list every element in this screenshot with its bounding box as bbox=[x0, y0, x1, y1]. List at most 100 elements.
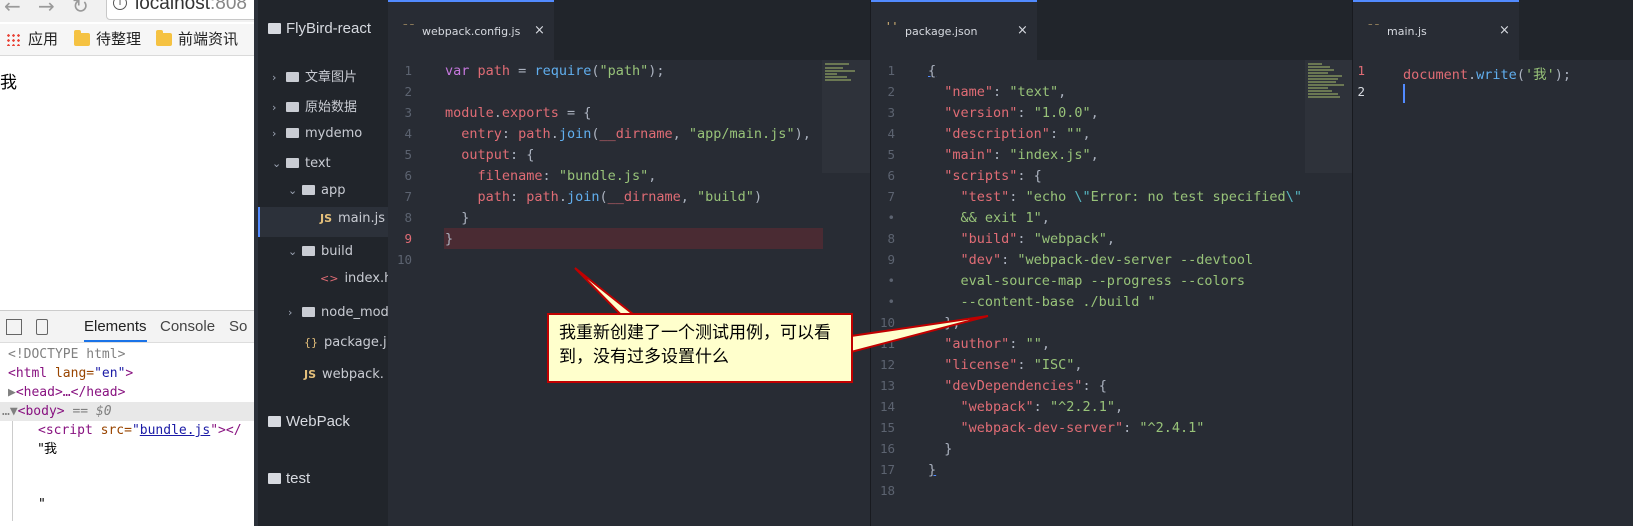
tree-item-folder[interactable]: ⌄ text bbox=[272, 156, 331, 171]
attr-name: lang= bbox=[47, 366, 95, 381]
tree-item-file[interactable]: JS webpack. bbox=[304, 367, 384, 382]
close-icon[interactable]: × bbox=[1017, 23, 1028, 38]
code-line: "scripts": { bbox=[944, 168, 1042, 184]
code-line: "webpack": "^2.2.1", bbox=[960, 399, 1124, 415]
code-line: filename: "bundle.js", bbox=[477, 168, 657, 184]
line-number: 18 bbox=[879, 483, 895, 498]
script-src-link[interactable]: bundle.js bbox=[140, 423, 210, 438]
bookmark-apps[interactable]: 应用 bbox=[4, 30, 58, 50]
folder-icon bbox=[74, 30, 90, 46]
folder-icon bbox=[286, 102, 299, 112]
forward-arrow-icon[interactable]: → bbox=[38, 0, 55, 18]
bookmark-folder-todo[interactable]: 待整理 bbox=[72, 30, 141, 50]
minimap[interactable] bbox=[1305, 60, 1352, 173]
dom-text-close: " bbox=[38, 497, 46, 512]
folder-icon bbox=[286, 72, 299, 82]
info-icon[interactable]: i bbox=[113, 0, 127, 10]
tab-webpack-config[interactable]: ⁻⁻ webpack.config.js × bbox=[388, 0, 554, 60]
tab-label: webpack.config.js bbox=[422, 25, 521, 38]
line-number: 17 bbox=[879, 462, 895, 477]
line-number: 8 bbox=[887, 231, 895, 246]
project-tree: FlyBird-react › 文章图片 › 原始数据 › mydemo ⌄ text … bbox=[254, 0, 388, 526]
code-line: var path = require("path"); bbox=[445, 63, 665, 79]
project-label: WebPack bbox=[286, 413, 350, 430]
tab-main-js[interactable]: ⁻⁻ main.js × bbox=[1353, 0, 1519, 60]
tab-sources[interactable]: So bbox=[229, 318, 247, 335]
tree-item-label: 原始数据 bbox=[305, 100, 358, 115]
folder-icon bbox=[268, 416, 281, 427]
address-bar[interactable]: i localhost:808 bbox=[106, 0, 254, 20]
tree-item-folder[interactable]: ⌄ build bbox=[288, 244, 353, 259]
dom-script-node[interactable]: <script src="bundle.js"></ bbox=[38, 421, 242, 440]
code-line: "name": "text", bbox=[944, 84, 1067, 100]
collapse-triangle-icon[interactable]: …▼ bbox=[2, 404, 18, 419]
tag-text: <head>…</head> bbox=[15, 385, 126, 400]
code-editor-window: FlyBird-react › 文章图片 › 原始数据 › mydemo ⌄ text … bbox=[254, 0, 1633, 526]
address-port: :808 bbox=[210, 0, 247, 14]
tab-console[interactable]: Console bbox=[160, 318, 215, 335]
line-number: 11 bbox=[879, 336, 895, 351]
code-line: path: path.join(__dirname, "build") bbox=[477, 189, 763, 205]
dom-text-node[interactable]: "我 bbox=[38, 440, 57, 459]
folder-icon bbox=[302, 185, 315, 195]
tree-item-folder[interactable]: › 原始数据 bbox=[272, 96, 357, 115]
tree-item-folder[interactable]: › mydemo bbox=[272, 126, 362, 141]
code-line: } bbox=[445, 231, 454, 247]
code-line: "build": "webpack", bbox=[960, 231, 1115, 247]
close-icon[interactable]: × bbox=[534, 23, 545, 38]
dom-body-node[interactable]: …▼<body> == $0 bbox=[2, 402, 112, 421]
tree-item-label: node_mod bbox=[321, 305, 388, 320]
minimap[interactable] bbox=[822, 60, 870, 173]
project-webpack[interactable]: WebPack bbox=[268, 413, 350, 430]
browser-window: ← → ↻ i localhost:808 应用 待整理 前端资讯 我 Elem… bbox=[0, 0, 254, 526]
tree-item-folder[interactable]: › 文章图片 bbox=[272, 66, 357, 85]
bookmark-folder-news[interactable]: 前端资讯 bbox=[154, 30, 238, 50]
code-line: "version": "1.0.0", bbox=[944, 105, 1099, 121]
line-number: 7 bbox=[404, 189, 412, 204]
json-file-icon: '' bbox=[885, 20, 899, 33]
dom-doctype[interactable]: <!DOCTYPE html> bbox=[8, 345, 125, 364]
tab-package-json[interactable]: '' package.json × bbox=[871, 0, 1037, 60]
page-content-text: 我 bbox=[0, 73, 17, 93]
line-number: 15 bbox=[879, 420, 895, 435]
project-label: FlyBird-react bbox=[286, 20, 372, 37]
project-test[interactable]: test bbox=[268, 470, 310, 487]
bookmark-label: 前端资讯 bbox=[178, 31, 239, 48]
tree-item-folder[interactable]: ⌄ app bbox=[288, 183, 345, 198]
tree-item-file[interactable]: {} package.j bbox=[304, 335, 387, 350]
html-file-icon: <> bbox=[320, 272, 339, 285]
folder-icon bbox=[268, 473, 281, 484]
tree-item-label: webpack. bbox=[322, 367, 384, 382]
tree-item-folder[interactable]: › node_mod bbox=[288, 305, 388, 320]
attr-value: "en" bbox=[94, 366, 126, 381]
dom-html-node[interactable]: <html lang="en"> bbox=[8, 364, 133, 383]
reload-icon[interactable]: ↻ bbox=[72, 0, 89, 18]
tab-label: main.js bbox=[1387, 25, 1427, 38]
close-icon[interactable]: × bbox=[1499, 23, 1510, 38]
tag-text: <html bbox=[8, 366, 48, 381]
dom-head-node[interactable]: ▶<head>…</head> bbox=[8, 383, 125, 402]
line-number: 2 bbox=[404, 84, 412, 99]
code-line: "main": "index.js", bbox=[944, 147, 1099, 163]
code-line: --content-base ./build " bbox=[928, 294, 1156, 310]
line-number: 1 bbox=[404, 63, 412, 78]
tree-item-label: mydemo bbox=[305, 126, 363, 141]
tab-elements[interactable]: Elements bbox=[84, 318, 147, 342]
text-cursor bbox=[1403, 84, 1405, 103]
device-toolbar-icon[interactable] bbox=[36, 319, 48, 335]
line-number: 14 bbox=[879, 399, 895, 414]
code-line: "devDependencies": { bbox=[944, 378, 1107, 394]
line-number: 6 bbox=[887, 168, 895, 183]
inspect-element-icon[interactable] bbox=[6, 319, 22, 335]
folder-icon bbox=[302, 246, 315, 256]
line-number: • bbox=[887, 273, 895, 288]
tree-item-file[interactable]: <> index.h bbox=[320, 271, 388, 286]
line-number: 3 bbox=[404, 105, 412, 120]
line-number: 9 bbox=[404, 231, 412, 246]
expand-triangle-icon[interactable]: ▶ bbox=[8, 385, 16, 400]
tree-item-file[interactable]: JS main.js bbox=[320, 211, 385, 226]
back-arrow-icon[interactable]: ← bbox=[4, 0, 21, 18]
line-number: 10 bbox=[879, 315, 895, 330]
code-line: } bbox=[445, 210, 470, 226]
project-flybird-react[interactable]: FlyBird-react bbox=[268, 20, 371, 37]
